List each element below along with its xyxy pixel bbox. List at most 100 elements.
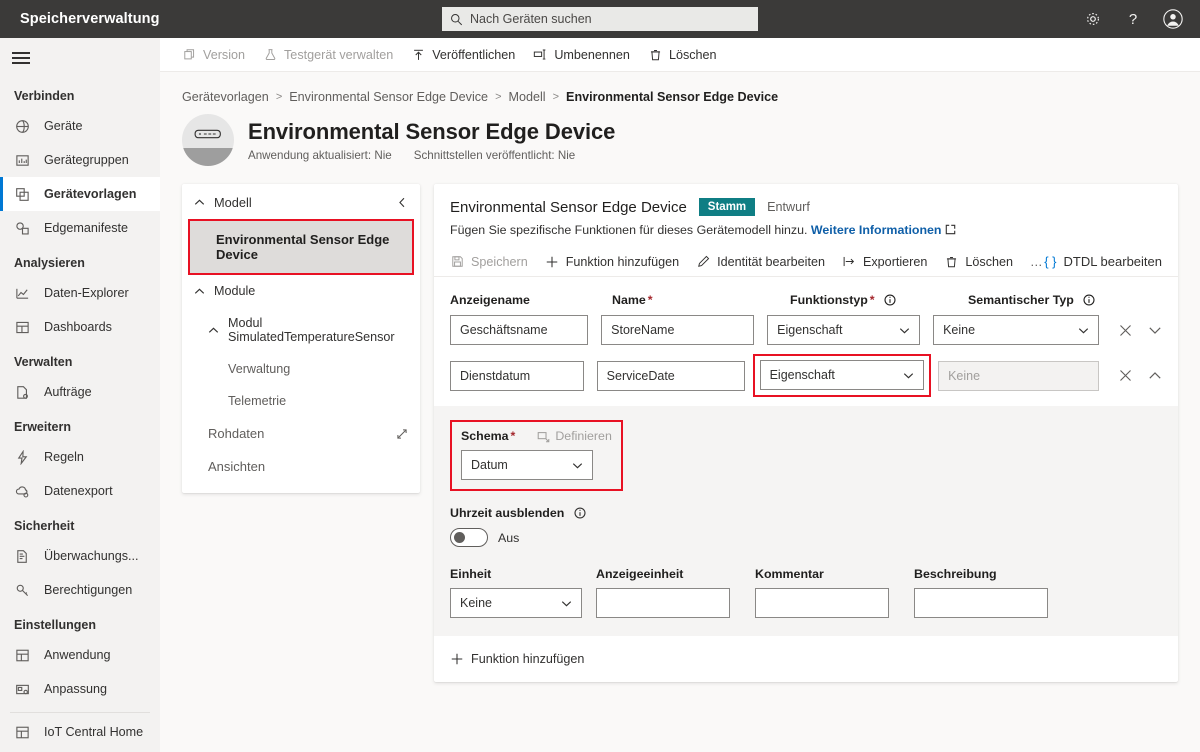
comment-input[interactable]: [755, 588, 889, 618]
search-icon: [450, 13, 463, 26]
info-icon[interactable]: [1083, 294, 1095, 306]
tab-entwurf[interactable]: Entwurf: [767, 200, 810, 214]
tree-item-verwaltung[interactable]: Verwaltung: [182, 353, 420, 385]
tree-item-selected-model[interactable]: Environmental Sensor Edge Device: [188, 219, 414, 275]
device-template-avatar-icon: [182, 114, 234, 166]
breadcrumb-current: Environmental Sensor Edge Device: [566, 90, 779, 104]
tree-item-rohdaten[interactable]: Rohdaten: [182, 417, 420, 450]
add-capability-button[interactable]: Funktion hinzufügen: [545, 254, 679, 269]
tree-item-module[interactable]: Modul SimulatedTemperatureSensor: [182, 307, 420, 353]
edge-manifests-icon: [14, 220, 31, 237]
delete-capability-button[interactable]: Löschen: [944, 254, 1013, 269]
capability-type-select[interactable]: Eigenschaft: [767, 315, 921, 345]
top-bar: Speicherverwaltung Nach Geräten suchen ?: [0, 0, 1200, 38]
capability-detail-panel: Schema * Definieren Datum Uhrzeit ausble…: [434, 406, 1178, 636]
page-title-row: Environmental Sensor Edge Device Anwendu…: [160, 104, 1200, 166]
question-icon[interactable]: ?: [1116, 0, 1150, 38]
define-icon: [537, 430, 550, 443]
define-label: Definieren: [555, 429, 612, 443]
display-name-input[interactable]: Geschäftsname: [450, 315, 589, 345]
sidebar-item-anpassung[interactable]: Anpassung: [0, 672, 160, 706]
sidebar-divider: [10, 712, 150, 713]
more-commands-button[interactable]: …: [1030, 255, 1044, 269]
description-input[interactable]: [914, 588, 1048, 618]
command-label: Veröffentlichen: [432, 47, 516, 62]
sidebar-item-daten-explorer[interactable]: Daten-Explorer: [0, 276, 160, 310]
breadcrumb-item[interactable]: Modell: [509, 90, 546, 104]
define-schema-button[interactable]: Definieren: [537, 429, 612, 443]
name-input[interactable]: ServiceDate: [596, 360, 746, 391]
sidebar-item-edgemanifeste[interactable]: Edgemanifeste: [0, 211, 160, 245]
device-groups-icon: [14, 152, 31, 169]
sidebar-item-auftraege[interactable]: Aufträge: [0, 375, 160, 409]
export-button[interactable]: Exportieren: [842, 254, 927, 269]
breadcrumb-item[interactable]: Environmental Sensor Edge Device: [289, 90, 488, 104]
capability-type-select[interactable]: Eigenschaft: [759, 360, 924, 390]
rename-icon: [533, 47, 548, 62]
unit-select[interactable]: Keine: [450, 588, 582, 618]
chevron-down-icon: [903, 370, 914, 381]
tree-item-ansichten[interactable]: Ansichten: [182, 450, 420, 483]
tree-header-modell[interactable]: Modell: [182, 184, 420, 219]
sidebar-item-geraetevorlagen[interactable]: Gerätevorlagen: [0, 177, 160, 211]
gear-icon[interactable]: [1076, 0, 1110, 38]
command-label: Umbenennen: [554, 47, 630, 62]
application-icon: [14, 647, 31, 664]
page-command-bar: Version Testgerät verwalten Veröffentlic…: [160, 38, 1200, 72]
manage-test-device-button[interactable]: Testgerät verwalten: [263, 47, 393, 62]
publish-up-arrow-icon: [411, 47, 426, 62]
tree-header-module[interactable]: Module: [182, 275, 420, 307]
version-button[interactable]: Version: [182, 47, 245, 62]
chevron-up-icon[interactable]: [1148, 369, 1162, 383]
remove-row-icon[interactable]: [1119, 369, 1132, 382]
semantic-type-select[interactable]: Keine: [933, 315, 1100, 345]
name-input[interactable]: StoreName: [601, 315, 755, 345]
info-icon[interactable]: [884, 294, 896, 306]
chevron-down-icon[interactable]: [1148, 323, 1162, 337]
add-capability-link[interactable]: Funktion hinzufügen: [434, 636, 1178, 682]
learn-more-link[interactable]: Weitere Informationen: [811, 223, 942, 237]
sidebar-item-berechtigungen[interactable]: Berechtigungen: [0, 573, 160, 607]
device-templates-icon: [14, 186, 31, 203]
description-label: Beschreibung: [914, 567, 997, 581]
chevron-down-icon: [1078, 325, 1089, 336]
info-icon[interactable]: [574, 507, 586, 519]
interface-description: Fügen Sie spezifische Funktionen für die…: [450, 223, 808, 237]
account-icon[interactable]: [1156, 0, 1190, 38]
tree-item-label: Rohdaten: [208, 426, 265, 441]
rename-button[interactable]: Umbenennen: [533, 47, 630, 62]
sidebar-item-dashboards[interactable]: Dashboards: [0, 310, 160, 344]
collapse-pane-icon[interactable]: [397, 197, 408, 208]
external-link-icon: [945, 223, 956, 237]
remove-row-icon[interactable]: [1119, 324, 1132, 337]
expand-diagonal-icon[interactable]: [396, 428, 408, 440]
breadcrumb-item[interactable]: Gerätevorlagen: [182, 90, 269, 104]
sidebar-item-iot-central-home[interactable]: IoT Central Home: [0, 715, 160, 749]
sidebar-item-geraete[interactable]: Geräte: [0, 109, 160, 143]
display-unit-input[interactable]: [596, 588, 730, 618]
hide-time-toggle[interactable]: [450, 528, 488, 547]
hide-time-label: Uhrzeit ausblenden: [450, 506, 565, 520]
hamburger-menu-button[interactable]: [0, 38, 160, 78]
sidebar-item-datenexport[interactable]: Datenexport: [0, 474, 160, 508]
command-label: Exportieren: [862, 254, 928, 269]
dtdl-edit-button[interactable]: { } DTDL bearbeiten: [1044, 254, 1162, 269]
publish-button[interactable]: Veröffentlichen: [411, 47, 515, 62]
sidebar-item-anwendung[interactable]: Anwendung: [0, 638, 160, 672]
sidebar-item-regeln[interactable]: Regeln: [0, 440, 160, 474]
chevron-down-icon: [572, 460, 583, 471]
save-button[interactable]: Speichern: [450, 254, 528, 269]
sidebar-item-label: Datenexport: [44, 484, 113, 498]
sidebar-item-geraetegruppen[interactable]: Gerätegruppen: [0, 143, 160, 177]
column-header-semantic-type: Semantischer Typ: [968, 293, 1146, 307]
search-input[interactable]: Nach Geräten suchen: [442, 7, 758, 31]
ellipsis-icon: …: [1030, 254, 1045, 269]
tree-item-telemetrie[interactable]: Telemetrie: [182, 385, 420, 417]
display-name-input[interactable]: Dienstdatum: [450, 360, 585, 391]
edit-identity-button[interactable]: Identität bearbeiten: [696, 254, 825, 269]
delete-button[interactable]: Löschen: [648, 47, 717, 62]
sidebar-group-verwalten: Verwalten: [14, 355, 73, 369]
sidebar-item-ueberwachungsprotokoll[interactable]: Überwachungs...: [0, 539, 160, 573]
schema-select[interactable]: Datum: [461, 450, 593, 480]
status-badge: Stamm: [698, 198, 756, 216]
